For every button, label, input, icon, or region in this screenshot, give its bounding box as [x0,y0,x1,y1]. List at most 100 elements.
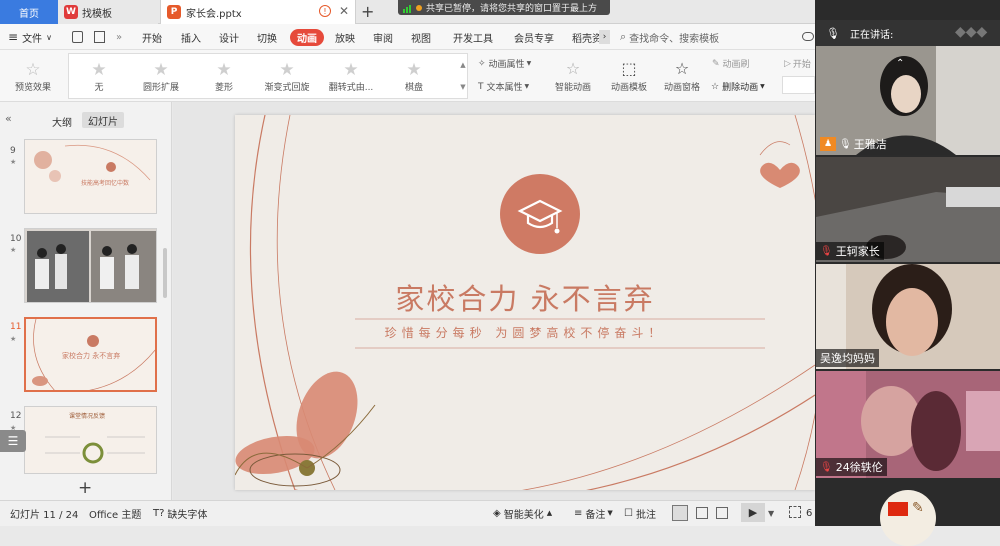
play-slideshow-icon[interactable]: ▶ [741,503,765,522]
effect-circle[interactable]: ★ 圆形扩展 [130,54,192,98]
participant-name: 王轲家长 [835,245,880,258]
animation-template-button[interactable]: ⬚ 动画模板 [604,54,654,98]
play-options-icon[interactable]: ▼ [768,500,774,526]
delete-star-icon: ☆ [711,81,720,92]
notes-button[interactable]: ≡ 备注 ▼ [574,500,613,526]
star-icon: ★ [216,60,232,80]
text-properties-label: 文本属性 [486,83,523,93]
mic-muted-icon: 🎙 [820,245,833,257]
missing-font-button[interactable]: T? 缺失字体 [153,500,207,526]
smart-animation-button[interactable]: ☆ 智能动画 [549,54,597,98]
menu-review[interactable]: 审阅 [373,24,393,50]
reading-view-icon[interactable] [716,507,728,519]
chevron-up-icon: ▲ [546,509,553,517]
menu-animation[interactable]: 动画 [290,29,324,46]
list-toggle-icon[interactable]: ☰ [0,430,26,452]
participant-name-tag: 吴逸均妈妈 [816,349,879,367]
menu-member[interactable]: 会员专享 [514,24,554,50]
participant-avatar[interactable]: ✎ [880,490,936,546]
effect-flip[interactable]: ★ 翻转式由... [320,54,382,98]
slide-subtitle[interactable]: 珍惜每分每秒 为圆梦高校不停奋斗！ [235,324,815,341]
menu-design[interactable]: 设计 [219,24,239,50]
participant-name: 王雅洁 [853,138,887,151]
slide-thumbnail-12[interactable]: 课堂情况反馈 [24,406,157,474]
comments-button[interactable]: ☐ 批注 [624,500,656,526]
tab-template-label: 找模板 [82,8,112,20]
animation-star-icon: ★ [10,158,17,166]
slide-title[interactable]: 家校合力 永不言弃 [235,276,815,318]
template-icon: ⬚ [621,59,637,78]
normal-view-icon[interactable] [672,505,688,521]
play-circle-icon: ▷ [784,58,791,69]
effect-flip-label: 翻转式由... [328,83,374,93]
effect-swivel-label: 渐变式回旋 [264,83,310,93]
slide-thumbnail-11[interactable]: 家校合力 永不言弃 [24,317,157,392]
animation-brush-button[interactable]: ✎ 动画刷 [712,57,750,71]
effect-none[interactable]: ★ 无 [68,54,130,98]
comments-label: 批注 [635,509,656,521]
thumb-title: 家校合力 永不言弃 [62,352,121,360]
start-trigger-button[interactable]: ▷ 开始 [784,57,811,71]
current-slide[interactable]: 家校合力 永不言弃 珍惜每分每秒 为圆梦高校不停奋斗！ [235,115,815,490]
sorter-view-icon[interactable] [696,507,708,519]
host-icon: ♟ [820,137,836,151]
tab-outline[interactable]: 大纲 [52,114,72,129]
menu-home[interactable]: 开始 [142,24,162,50]
tab-home[interactable]: 首页 [0,0,58,24]
menu-insert[interactable]: 插入 [181,24,201,50]
video-tile-participant-2[interactable]: 🎙 王轲家长 [816,157,1000,262]
close-tab-icon[interactable]: ✕ [339,4,349,18]
participant-name: 24徐轶伦 [835,461,883,474]
video-tile-participant-4[interactable]: 🎙 24徐轶伦 [816,371,1000,478]
thumbnail-scrollbar[interactable] [163,248,167,298]
star-icon: ★ [406,60,422,80]
menu-developer[interactable]: 开发工具 [453,24,493,50]
animation-star-icon: ★ [10,335,17,343]
chevron-up-icon[interactable]: ⌃ [896,58,904,69]
slide-thumbnail-9[interactable]: 技能高考回忆中数 [24,139,157,214]
animation-template-label: 动画模板 [610,83,647,93]
tab-find-template[interactable]: W 找模板 [58,0,158,24]
effect-checkerboard-label: 棋盘 [404,83,423,93]
command-search[interactable]: ⌕ 查找命令、搜索模板 [620,28,790,46]
start-dropdown[interactable] [782,76,815,94]
menu-slideshow[interactable]: 放映 [335,24,355,50]
warning-icon[interactable]: ! [319,5,331,17]
animation-pane-label: 动画窗格 [663,83,700,93]
gallery-scroll[interactable]: ▲ ▼ [458,54,468,98]
smart-beautify-button[interactable]: ◈ 智能美化 ▲ [493,500,552,526]
new-tab-button[interactable]: + [361,2,374,21]
more-quick-icon[interactable]: » [116,24,122,50]
export-icon[interactable] [94,31,105,43]
participant-name-tag: 🎙 王轲家长 [816,242,884,260]
animation-properties-button[interactable]: ✧ 动画属性 ▼ [478,57,531,71]
text-props-icon: T [478,81,484,92]
fit-window-icon[interactable] [789,506,801,518]
preview-effect-button[interactable]: ☆ 预览效果 [6,54,60,98]
delete-animation-button[interactable]: ☆ 删除动画 ▼ [711,80,765,94]
speaking-pattern: ◆◆◆ [955,24,988,40]
text-properties-button[interactable]: T 文本属性 ▼ [478,80,529,94]
chevron-down-icon: ∨ [46,32,52,42]
tab-document[interactable]: P 家长会.pptx ! ✕ [160,0,356,24]
thumb-number: 12 [10,411,22,421]
video-tile-participant-1[interactable]: ⌃ ♟ 🎙 王雅洁 [816,46,1000,155]
add-slide-button[interactable]: + [78,478,92,498]
slide-thumbnail-10[interactable] [24,228,157,303]
animation-pane-button[interactable]: ☆ 动画窗格 [659,54,705,98]
menu-scroll-right-icon[interactable]: › [599,30,610,44]
menu-transition[interactable]: 切换 [257,24,277,50]
menu-docer[interactable]: 稻壳资 [572,24,602,50]
effect-diamond[interactable]: ★ 菱形 [193,54,255,98]
effect-checkerboard[interactable]: ★ 棋盘 [383,54,445,98]
notes-icon: ≡ [574,507,583,519]
menu-view[interactable]: 视图 [411,24,431,50]
cloud-icon[interactable] [802,32,814,41]
tab-slides[interactable]: 幻灯片 [82,112,124,128]
effect-swivel[interactable]: ★ 渐变式回旋 [256,54,318,98]
font-icon: T? [153,507,165,519]
save-icon[interactable] [72,31,83,43]
video-tile-participant-3[interactable]: 吴逸均妈妈 [816,264,1000,369]
collapse-panel-icon[interactable]: « [5,112,12,125]
menu-file[interactable]: ≡ 文件 ∨ [8,24,52,50]
